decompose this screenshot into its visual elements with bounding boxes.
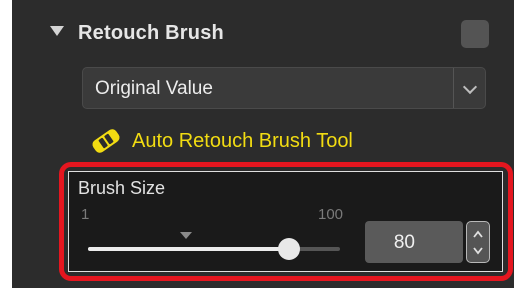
select-value: Original Value [95, 78, 213, 99]
section-title: Retouch Brush [78, 22, 224, 44]
eraser-icon [88, 126, 124, 156]
auto-retouch-brush-tool[interactable]: Auto Retouch Brush Tool [88, 126, 448, 156]
section-enable-checkbox[interactable] [461, 20, 489, 48]
highlight-outline [59, 162, 513, 281]
tool-label: Auto Retouch Brush Tool [132, 130, 353, 152]
brush-mode-select[interactable]: Original Value [82, 67, 486, 109]
select-dropdown-button[interactable] [453, 68, 485, 108]
triangle-down-icon[interactable] [50, 26, 64, 36]
chevron-down-icon [462, 79, 478, 95]
retouch-brush-header[interactable]: Retouch Brush [0, 0, 514, 56]
